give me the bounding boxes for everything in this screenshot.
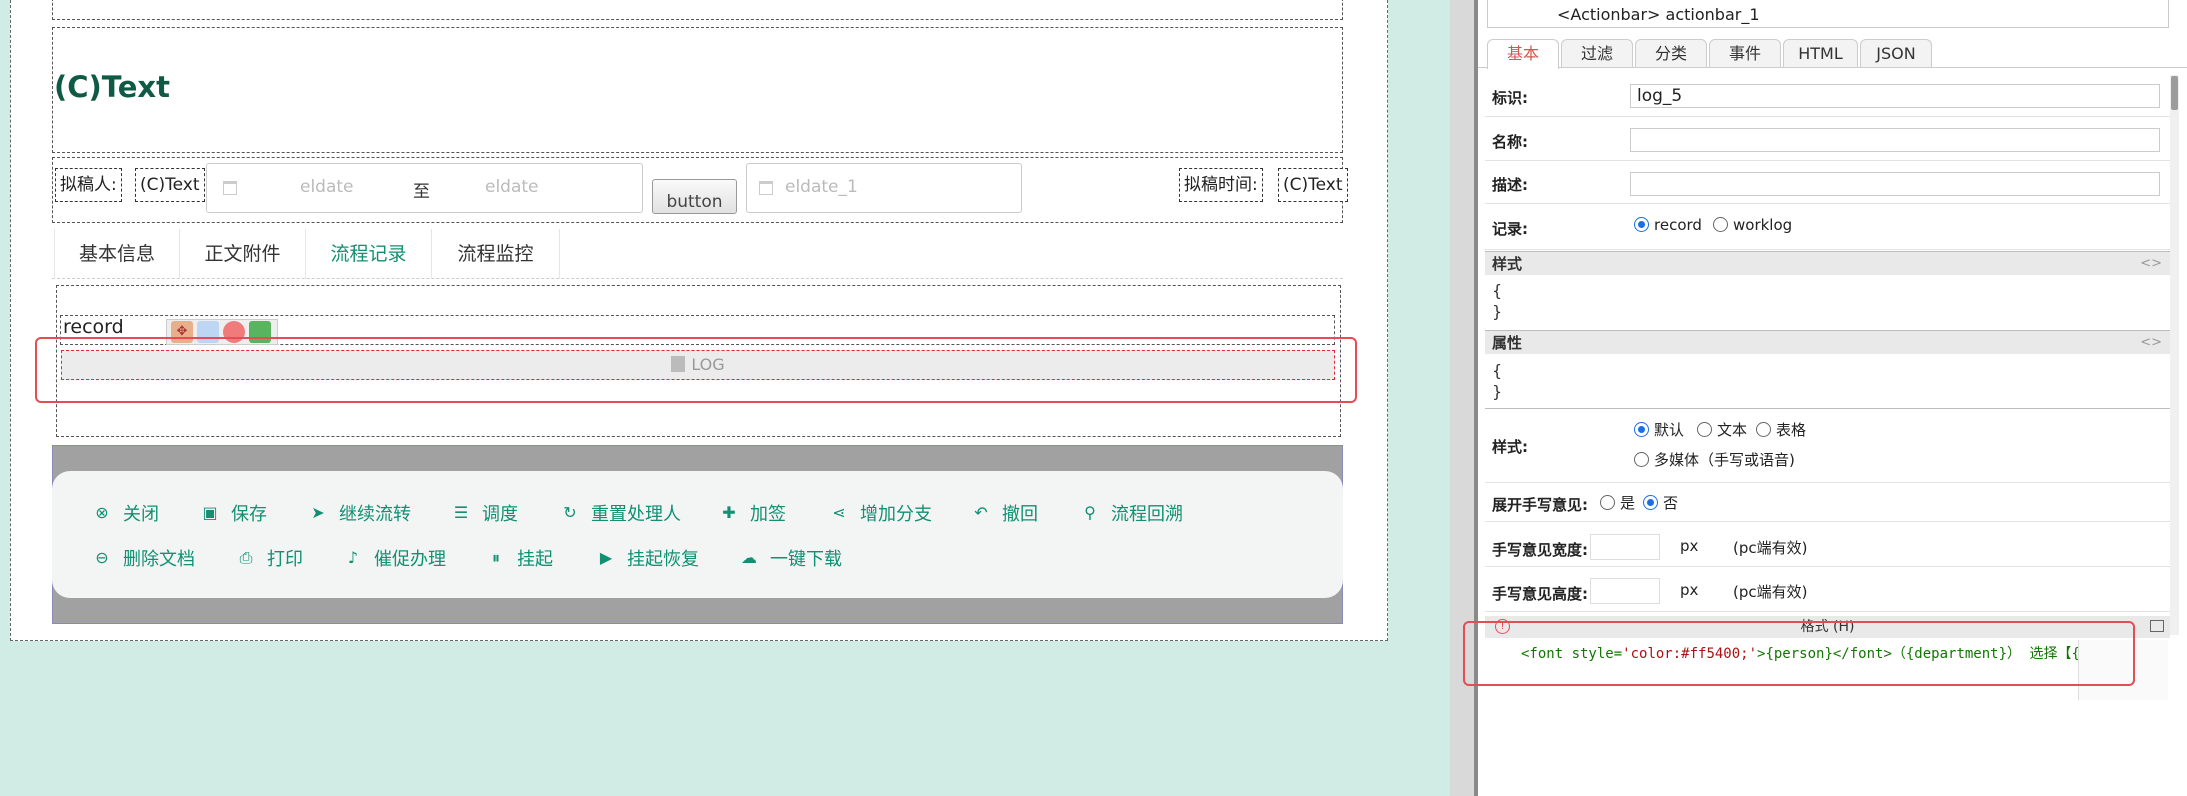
desc-input[interactable]	[1630, 172, 2160, 196]
reset-handler-action[interactable]: ↻ 重置处理人	[560, 500, 681, 526]
date1-input[interactable]: eldate_1	[785, 177, 858, 197]
cloud-download-icon: ☁	[741, 548, 757, 567]
expand-handwriting-label: 展开手写意见:	[1492, 496, 1588, 514]
tab-filter[interactable]: 过滤	[1561, 39, 1633, 67]
play-icon: ▶	[599, 548, 613, 567]
tab-basic[interactable]: 基本	[1487, 39, 1559, 69]
highlight-box	[35, 337, 1357, 403]
attr-brace-open: {	[1492, 361, 1503, 380]
style-options-row	[1485, 408, 2170, 483]
print-icon: ⎙	[239, 548, 253, 567]
suspend-action[interactable]: ⏸ 挂起	[486, 545, 553, 571]
style-text-radio[interactable]: 文本	[1697, 419, 1747, 440]
text-section[interactable]	[52, 27, 1343, 153]
tab-html[interactable]: HTML	[1783, 39, 1858, 67]
expand-icon[interactable]: <>	[2140, 331, 2162, 355]
pc-note: (pc端有效)	[1733, 583, 1808, 601]
name-label: 名称:	[1492, 133, 1528, 151]
px-unit: px	[1680, 537, 1699, 555]
draft-time-label: 拟稿时间:	[1179, 168, 1263, 202]
id-input[interactable]: log_5	[1630, 84, 2160, 108]
record-radio[interactable]: record	[1634, 216, 1702, 234]
draft-time-value: (C)Text	[1278, 168, 1348, 202]
worklog-radio[interactable]: worklog	[1713, 216, 1792, 234]
save-icon: ▣	[202, 503, 218, 522]
flow-backtrack-action[interactable]: ⚲ 流程回溯	[1080, 500, 1183, 526]
id-label: 标识:	[1492, 89, 1528, 107]
save-action[interactable]: ▣ 保存	[200, 500, 267, 526]
adjust-icon: ☰	[453, 503, 469, 522]
date1-field[interactable]: eldate_1	[746, 163, 1022, 213]
reset-icon: ↻	[563, 503, 577, 522]
style-section-header[interactable]: 样式 <>	[1485, 251, 2170, 275]
hw-height-label: 手写意见高度:	[1492, 585, 1588, 603]
panel-scrollbar[interactable]	[2170, 75, 2179, 635]
expand-yes-radio[interactable]: 是	[1600, 492, 1635, 513]
px-unit: px	[1680, 581, 1699, 599]
continue-flow-action[interactable]: ➤ 继续流转	[308, 500, 411, 526]
date-range-field[interactable]: eldate 至 eldate	[206, 163, 643, 213]
generic-button[interactable]: button	[652, 179, 737, 214]
add-sign-action[interactable]: ✚ 加签	[719, 500, 786, 526]
tab-flow-record[interactable]: 流程记录	[306, 229, 432, 279]
bell-icon: ♪	[347, 548, 359, 567]
hw-width-input[interactable]	[1590, 534, 1660, 560]
add-user-icon: ✚	[722, 503, 736, 522]
backtrack-icon: ⚲	[1084, 503, 1096, 522]
style-label: 样式:	[1492, 438, 1528, 456]
download-all-action[interactable]: ☁ 一键下载	[739, 545, 842, 571]
expand-no-radio[interactable]: 否	[1643, 492, 1678, 513]
record-row-panel	[1485, 206, 2170, 250]
record-label: record	[63, 316, 124, 338]
attr-section-header[interactable]: 属性 <>	[1485, 330, 2170, 354]
calendar-icon	[223, 181, 237, 195]
tab-json[interactable]: JSON	[1860, 39, 1932, 67]
urge-action[interactable]: ♪ 催促办理	[343, 545, 446, 571]
close-action[interactable]: ⊗ 关闭	[92, 500, 159, 526]
panel-scrollbar-thumb[interactable]	[2171, 76, 2178, 110]
date-start-input[interactable]: eldate	[300, 177, 354, 197]
tab-category[interactable]: 分类	[1635, 39, 1707, 67]
style-default-radio[interactable]: 默认	[1634, 419, 1684, 440]
drafter-label: 拟稿人:	[55, 168, 122, 202]
minus-circle-icon: ⊖	[95, 548, 109, 567]
withdraw-action[interactable]: ↶ 撤回	[971, 500, 1038, 526]
record-label: 记录:	[1492, 220, 1528, 238]
tree-item-actionbar[interactable]: <Actionbar> actionbar_1	[1557, 5, 1760, 24]
calendar-icon	[759, 181, 773, 195]
add-branch-action[interactable]: ⋖ 增加分支	[829, 500, 932, 526]
print-action[interactable]: ⎙ 打印	[236, 545, 303, 571]
expand-icon[interactable]: <>	[2140, 252, 2162, 276]
hw-height-input[interactable]	[1590, 578, 1660, 604]
form-top-strip	[52, 0, 1343, 20]
hw-width-label: 手写意见宽度:	[1492, 541, 1588, 559]
pause-icon: ⏸	[491, 548, 500, 567]
date-separator: 至	[413, 182, 430, 202]
resume-action[interactable]: ▶ 挂起恢复	[596, 545, 699, 571]
attr-brace-close: }	[1492, 382, 1503, 401]
desc-label: 描述:	[1492, 176, 1528, 194]
close-icon: ⊗	[95, 503, 109, 522]
drafter-value: (C)Text	[135, 168, 205, 202]
delete-doc-action[interactable]: ⊖ 删除文档	[92, 545, 195, 571]
date-end-input[interactable]: eldate	[485, 177, 539, 197]
tab-event[interactable]: 事件	[1709, 39, 1781, 67]
tab-basic-info[interactable]: 基本信息	[54, 229, 180, 279]
style-media-radio[interactable]: 多媒体（手写或语音)	[1634, 449, 1795, 470]
style-table-radio[interactable]: 表格	[1756, 419, 1806, 440]
undo-icon: ↶	[974, 503, 988, 522]
actionbar-panel	[52, 471, 1343, 598]
branch-icon: ⋖	[832, 503, 846, 522]
style-brace-close: }	[1492, 302, 1503, 321]
style-brace-open: {	[1492, 281, 1503, 300]
tab-flow-monitor[interactable]: 流程监控	[432, 229, 560, 279]
dispatch-action[interactable]: ☰ 调度	[451, 500, 518, 526]
text-title: (C)Text	[54, 70, 170, 104]
name-input[interactable]	[1630, 128, 2160, 152]
send-icon: ➤	[311, 503, 325, 522]
maximize-icon[interactable]	[2150, 620, 2164, 632]
pc-note: (pc端有效)	[1733, 539, 1808, 557]
tab-text-attachment[interactable]: 正文附件	[180, 229, 306, 279]
format-highlight-box	[1463, 621, 2135, 686]
